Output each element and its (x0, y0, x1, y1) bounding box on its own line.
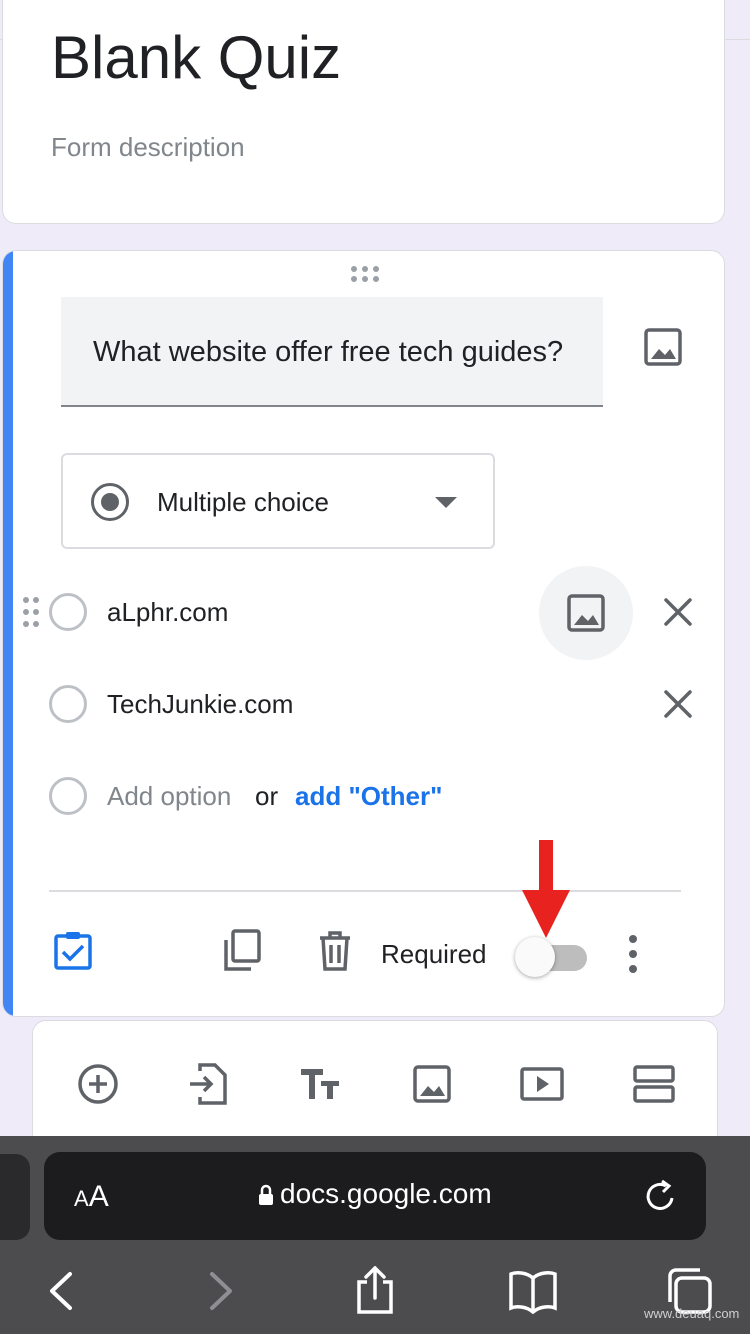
question-type-dropdown[interactable]: Multiple choice (61, 453, 495, 549)
title-text-icon[interactable] (297, 1061, 343, 1107)
bookmarks-icon[interactable] (508, 1266, 558, 1316)
question-title-text: What website offer free tech guides? (93, 336, 564, 368)
chevron-down-icon (435, 497, 457, 508)
option-row[interactable]: aLphr.com (3, 566, 724, 660)
more-vert-icon[interactable] (617, 931, 649, 977)
watermark: www.deuaq.com (644, 1306, 740, 1321)
image-icon (567, 594, 605, 632)
lock-icon (259, 1184, 273, 1205)
radio-selected-icon (91, 483, 129, 521)
url-text: docs.google.com (280, 1178, 492, 1209)
form-description-field[interactable]: Form description (51, 132, 245, 163)
question-type-label: Multiple choice (157, 487, 329, 517)
option-label[interactable]: TechJunkie.com (107, 689, 293, 720)
drag-handle-icon[interactable] (349, 265, 381, 283)
radio-icon (49, 777, 87, 815)
radio-icon (49, 685, 87, 723)
answer-key-icon[interactable] (49, 927, 97, 975)
text-size-big-label: A (88, 1180, 109, 1213)
close-icon[interactable] (659, 685, 697, 723)
close-icon[interactable] (659, 593, 697, 631)
question-title-input[interactable]: What website offer free tech guides? (61, 297, 603, 407)
forward-icon[interactable] (194, 1266, 244, 1316)
add-image-icon[interactable] (639, 323, 687, 371)
toggle-knob (515, 937, 555, 977)
video-icon[interactable] (519, 1061, 565, 1107)
address-bar[interactable]: AA docs.google.com (44, 1152, 706, 1240)
reload-icon[interactable] (644, 1178, 678, 1214)
add-option-input[interactable]: Add option (107, 781, 231, 812)
required-toggle[interactable] (515, 937, 587, 977)
form-header-card[interactable]: Blank Quiz Form description (2, 0, 725, 224)
radio-icon (49, 593, 87, 631)
text-size-button[interactable]: AA (74, 1180, 109, 1214)
option-image-button[interactable] (539, 566, 633, 660)
browser-toolbar: AA docs.google.com (0, 1136, 750, 1334)
question-card[interactable]: What website offer free tech guides? Mul… (2, 250, 725, 1017)
option-label[interactable]: aLphr.com (107, 597, 228, 628)
option-row[interactable]: TechJunkie.com (3, 669, 724, 739)
import-icon[interactable] (185, 1061, 231, 1107)
required-label: Required (381, 939, 487, 969)
add-other-link[interactable]: add "Other" (295, 781, 442, 812)
add-circle-icon[interactable] (75, 1061, 121, 1107)
previous-tab-peek[interactable] (0, 1154, 30, 1240)
or-label: or (255, 781, 279, 811)
trash-icon[interactable] (311, 927, 359, 975)
form-title[interactable]: Blank Quiz (51, 18, 341, 98)
divider (49, 890, 681, 892)
add-option-row[interactable]: Add option or add "Other" (3, 761, 724, 831)
annotation-arrow-icon (522, 840, 570, 938)
duplicate-icon[interactable] (217, 927, 265, 975)
image-icon[interactable] (409, 1061, 455, 1107)
share-icon[interactable] (350, 1266, 400, 1316)
text-size-small-label: A (74, 1186, 89, 1211)
drag-handle-icon[interactable] (21, 595, 41, 629)
back-icon[interactable] (38, 1266, 88, 1316)
section-icon[interactable] (631, 1061, 677, 1107)
